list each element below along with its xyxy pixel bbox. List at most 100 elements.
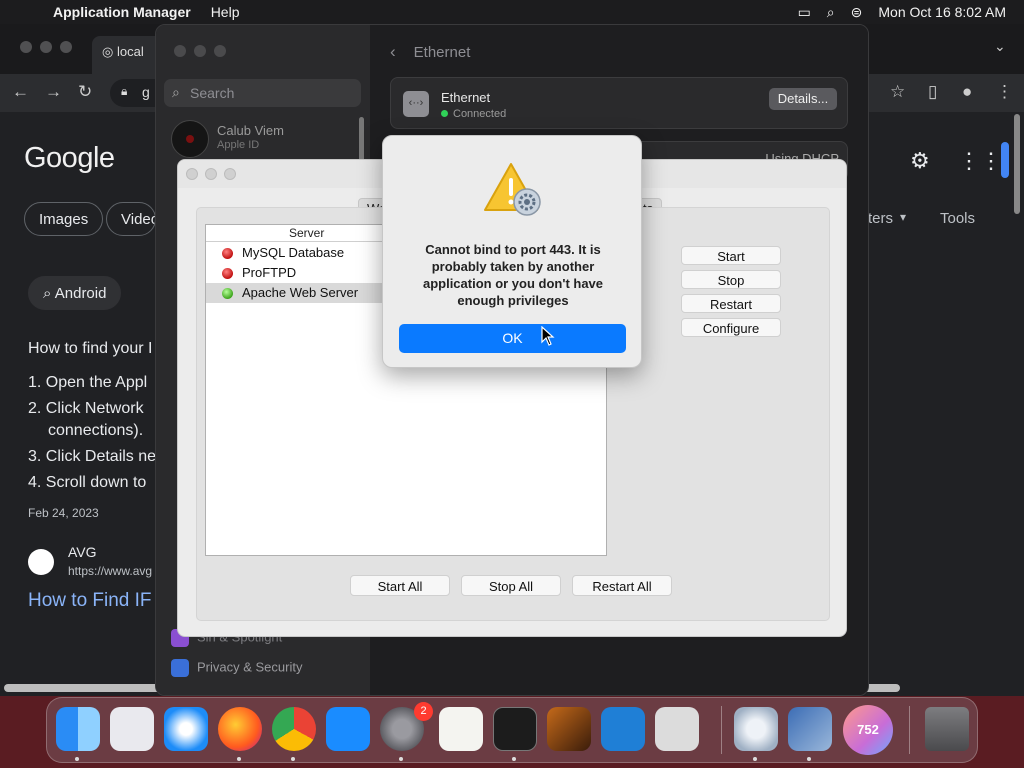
control-center-icon[interactable]: ⊜ — [851, 4, 863, 21]
stop-button[interactable]: Stop — [681, 270, 781, 289]
vscode-icon[interactable] — [601, 707, 645, 751]
ethernet-card: ‹··› Ethernet Connected Details... — [390, 77, 848, 129]
step-3: 3. Click Details ne — [28, 448, 157, 465]
settings-search-input[interactable]: ⌕ Search — [164, 79, 361, 107]
tab-search-chevron-icon[interactable]: ⌄ — [994, 38, 1006, 55]
minimize-window-icon[interactable] — [40, 41, 52, 53]
dock — [46, 697, 978, 763]
close-window-icon[interactable] — [20, 41, 32, 53]
alert-message: Cannot bind to port 443. It is probably … — [422, 242, 604, 308]
search-icon: ⌕ — [172, 84, 180, 100]
step-2-cont: connections). — [48, 422, 144, 439]
manager-close-icon[interactable] — [186, 168, 198, 180]
bookmark-star-icon[interactable]: ☆ — [890, 82, 905, 102]
configure-button[interactable]: Configure — [681, 318, 781, 337]
profile-icon[interactable]: ● — [962, 82, 972, 102]
garageband-icon[interactable] — [547, 707, 591, 751]
page-scrollbar[interactable] — [1014, 114, 1020, 214]
server-name: Apache Web Server — [242, 285, 359, 300]
roblox-icon[interactable] — [655, 707, 699, 751]
zoom-window-icon[interactable] — [60, 41, 72, 53]
manager-minimize-icon[interactable] — [205, 168, 217, 180]
details-button[interactable]: Details... — [769, 88, 837, 110]
chrome-icon[interactable] — [272, 707, 316, 751]
dock-separator — [721, 706, 722, 754]
source-url[interactable]: https://www.avg — [68, 564, 152, 578]
server-name: MySQL Database — [242, 245, 345, 260]
safari-icon[interactable] — [164, 707, 208, 751]
apps-grid-icon[interactable]: ⋮⋮ — [958, 148, 1002, 174]
ethernet-icon: ‹··› — [403, 91, 429, 117]
dock-separator — [909, 706, 910, 754]
forward-icon[interactable]: → — [45, 82, 62, 102]
ok-button[interactable]: OK — [399, 324, 626, 353]
chrome-accent-scroll-thumb[interactable] — [1001, 142, 1009, 178]
start-all-button[interactable]: Start All — [350, 575, 450, 596]
tools-button[interactable]: Tools — [940, 210, 975, 227]
terminal-icon[interactable] — [493, 707, 537, 751]
filters-partial[interactable]: ters — [868, 210, 893, 227]
videos-chip[interactable]: Video — [106, 202, 156, 236]
finder-icon[interactable] — [56, 707, 100, 751]
restart-all-button[interactable]: Restart All — [572, 575, 672, 596]
android-chip[interactable]: ⌕ Android — [28, 276, 122, 310]
user-apple-id: Apple ID — [217, 139, 260, 151]
address-text: g — [142, 84, 150, 100]
user-name: Calub Viem — [217, 123, 284, 138]
textedit-icon[interactable] — [439, 707, 483, 751]
images-chip[interactable]: Images — [24, 202, 104, 236]
back-chevron-icon[interactable]: ‹ — [390, 42, 396, 61]
launchpad-icon[interactable] — [110, 707, 154, 751]
settings-close-icon[interactable] — [174, 45, 186, 57]
hand-privacy-icon — [171, 659, 189, 677]
settings-zoom-icon[interactable] — [214, 45, 226, 57]
snippet-date: Feb 24, 2023 — [28, 506, 99, 520]
chrome-menu-icon[interactable]: ⋮ — [996, 82, 1013, 102]
globe-icon: ◎ — [102, 44, 117, 59]
running-indicator — [512, 757, 516, 761]
sidebar-item-privacy-security[interactable]: Privacy & Security — [171, 659, 302, 681]
search-chip-icon: ⌕ — [43, 285, 55, 302]
side-panel-icon[interactable]: ▯ — [928, 82, 937, 102]
page-title: Ethernet — [413, 44, 471, 61]
reload-icon[interactable]: ↻ — [78, 82, 92, 102]
restart-button[interactable]: Restart — [681, 294, 781, 313]
apple-id-row[interactable]: Calub Viem Apple ID — [171, 120, 361, 160]
manager-zoom-icon[interactable] — [224, 168, 236, 180]
android-chip-label: Android — [54, 285, 107, 302]
app-store-icon[interactable] — [326, 707, 370, 751]
result-link[interactable]: How to Find IF — [28, 590, 152, 612]
screen-mirroring-icon[interactable]: ▭ — [798, 4, 811, 21]
running-indicator — [399, 757, 403, 761]
running-indicator — [807, 757, 811, 761]
notification-badge: 2 — [414, 702, 433, 721]
virtualbox-icon[interactable] — [788, 707, 832, 751]
start-button[interactable]: Start — [681, 246, 781, 265]
trash-icon[interactable] — [925, 707, 969, 751]
help-menu[interactable]: Help — [211, 4, 240, 20]
lock-icon: 🔒︎ — [121, 84, 128, 98]
filters-dropdown-icon[interactable]: ▾ — [900, 210, 906, 224]
spotlight-search-icon[interactable]: ⌕ — [827, 4, 835, 21]
back-icon[interactable]: ← — [12, 82, 29, 102]
app-menu[interactable]: Application Manager — [53, 4, 191, 20]
ethernet-status: Connected — [441, 108, 506, 120]
running-status-icon — [222, 288, 233, 299]
source-name[interactable]: AVG — [68, 544, 97, 560]
firefox-icon[interactable] — [218, 707, 262, 751]
step-1: 1. Open the Appl — [28, 374, 148, 391]
menubar: Application Manager Help ▭ ⌕ ⊜ Mon Oct 1… — [0, 0, 1024, 24]
server-name: ProFTPD — [242, 265, 297, 280]
result-heading: How to find your I — [28, 340, 153, 357]
settings-gear-icon[interactable]: ⚙ — [910, 148, 930, 174]
step-4: 4. Scroll down to — [28, 474, 147, 491]
application-manager-icon[interactable] — [734, 707, 778, 751]
counter-app-icon[interactable]: 752 — [843, 705, 893, 755]
menubar-clock[interactable]: Mon Oct 16 8:02 AM — [878, 4, 1006, 20]
google-logo[interactable]: Google — [24, 142, 115, 175]
stop-all-button[interactable]: Stop All — [461, 575, 561, 596]
running-indicator — [753, 757, 757, 761]
mouse-cursor-icon — [541, 326, 555, 346]
settings-minimize-icon[interactable] — [194, 45, 206, 57]
running-indicator — [237, 757, 241, 761]
